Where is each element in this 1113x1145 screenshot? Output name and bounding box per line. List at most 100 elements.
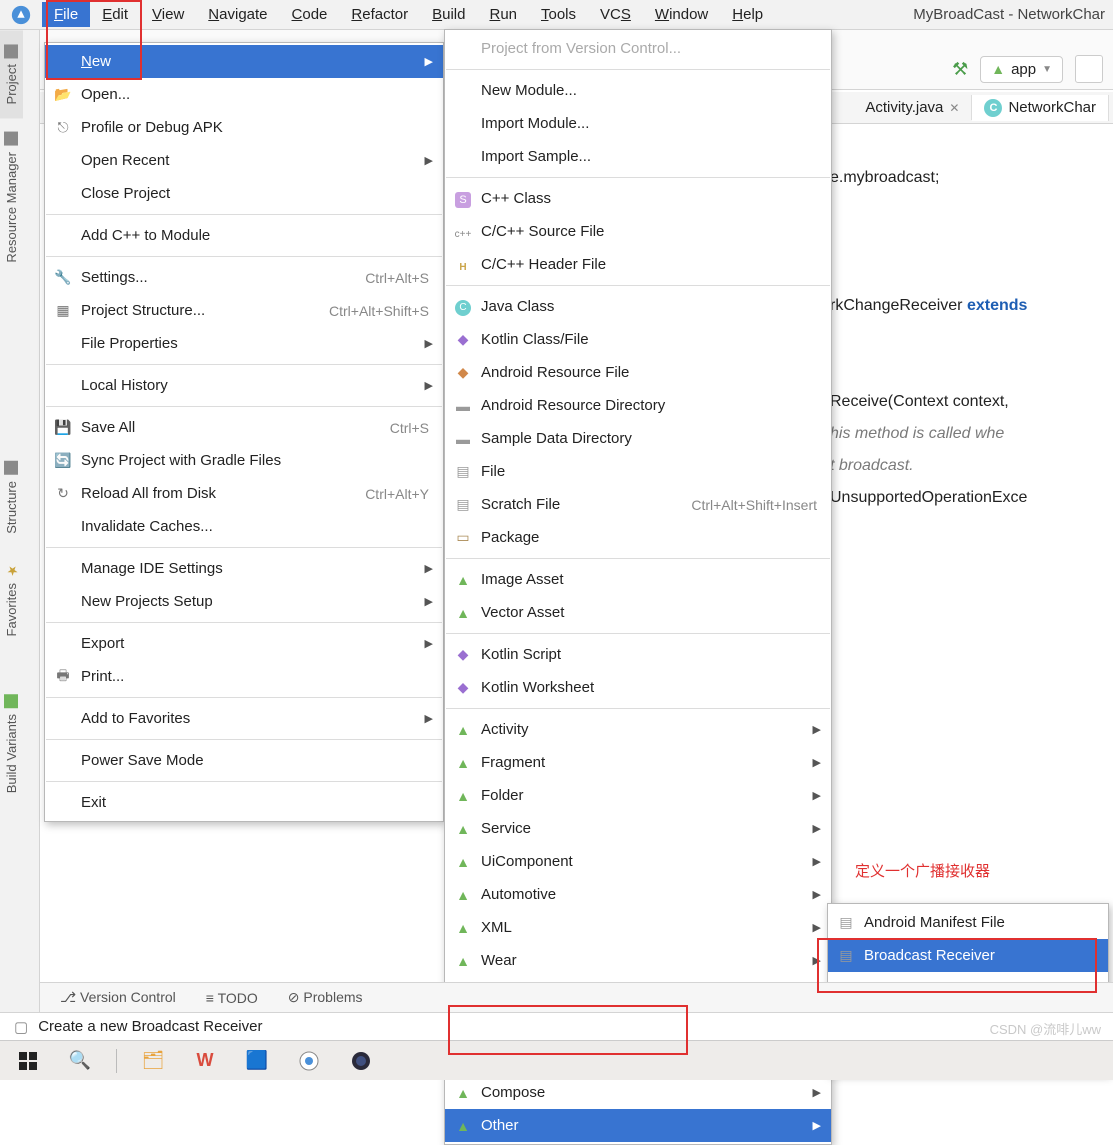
file-menu-item-21[interactable]: Export▶ <box>45 627 443 660</box>
new-menu-item-14[interactable]: ▬Sample Data Directory <box>445 422 831 455</box>
file-menu-item-2[interactable]: Open Recent▶ <box>45 144 443 177</box>
file-menu-item-0[interactable]: 📂Open... <box>45 78 443 111</box>
new-menu-item-2[interactable]: New Module... <box>445 74 831 107</box>
side-tab-project[interactable]: Project <box>0 30 23 118</box>
new-menu-item-6[interactable]: SC++ Class <box>445 182 831 215</box>
new-menu-item-22[interactable]: ◆Kotlin Script <box>445 638 831 671</box>
file-menu-item-15[interactable]: ↻Reload All from DiskCtrl+Alt+Y <box>45 477 443 510</box>
bottom-tool-tabs: ⎇ Version Control ≡ TODO ⊘ Problems <box>40 982 1113 1012</box>
new-menu-item-11[interactable]: ◆Kotlin Class/File <box>445 323 831 356</box>
variant-icon <box>5 694 19 708</box>
new-menu-item-0: Project from Version Control... <box>445 32 831 65</box>
file-menu-item-5[interactable]: Add C++ to Module <box>45 219 443 252</box>
new-menu-item-4[interactable]: Import Sample... <box>445 140 831 173</box>
start-button[interactable] <box>12 1045 44 1077</box>
file-menu-item-22[interactable]: 🖶Print... <box>45 660 443 693</box>
wps-icon[interactable]: W <box>189 1045 221 1077</box>
file-menu-item-8[interactable]: ▦Project Structure...Ctrl+Alt+Shift+S <box>45 294 443 327</box>
folder-icon <box>5 44 19 58</box>
new-menu-item-12[interactable]: ◆Android Resource File <box>445 356 831 389</box>
new-menu-item-29[interactable]: ▲UiComponent▶ <box>445 845 831 878</box>
run-config-area: ⚒ ▲ app ▼ <box>952 55 1103 83</box>
file-menu-item-24[interactable]: Add to Favorites▶ <box>45 702 443 735</box>
file-menu-item-18[interactable]: Manage IDE Settings▶ <box>45 552 443 585</box>
tab-activity[interactable]: Activity.java ✕ <box>853 95 972 120</box>
device-selector[interactable] <box>1075 55 1103 83</box>
new-menu-item-19[interactable]: ▲Image Asset <box>445 563 831 596</box>
watermark: CSDN @流啡儿ww <box>990 1019 1101 1038</box>
new-menu-item-3[interactable]: Import Module... <box>445 107 831 140</box>
new-menu-item-30[interactable]: ▲Automotive▶ <box>445 878 831 911</box>
status-text: Create a new Broadcast Receiver <box>38 1018 262 1035</box>
menu-tools[interactable]: Tools <box>529 2 588 27</box>
new-menu-item-8[interactable]: HC/C++ Header File <box>445 248 831 281</box>
ide-icon[interactable]: 🟦 <box>241 1045 273 1077</box>
new-menu-item-25[interactable]: ▲Activity▶ <box>445 713 831 746</box>
new-menu-item-28[interactable]: ▲Service▶ <box>445 812 831 845</box>
tab-networkchangereceiver[interactable]: C NetworkChar <box>972 95 1109 121</box>
explorer-icon[interactable]: 🗂 <box>137 1045 169 1077</box>
build-icon[interactable]: ⚒ <box>952 59 968 80</box>
menu-help[interactable]: Help <box>720 2 775 27</box>
nox-icon[interactable] <box>345 1045 377 1077</box>
tab-label: NetworkChar <box>1008 99 1096 116</box>
file-menu-item-1[interactable]: ⎋Profile or Debug APK <box>45 111 443 144</box>
tool-version-control[interactable]: ⎇ Version Control <box>60 989 176 1006</box>
menu-run[interactable]: Run <box>477 2 529 27</box>
class-icon: C <box>984 99 1002 117</box>
status-bar: ▢ Create a new Broadcast Receiver <box>0 1012 1113 1040</box>
android-studio-logo-icon <box>10 4 32 26</box>
other-menu-item-0[interactable]: ▤Android Manifest File <box>828 906 1108 939</box>
menu-navigate[interactable]: Navigate <box>196 2 279 27</box>
file-menu-item-26[interactable]: Power Save Mode <box>45 744 443 777</box>
tool-problems[interactable]: ⊘ Problems <box>288 989 363 1006</box>
new-menu-item-10[interactable]: CJava Class <box>445 290 831 323</box>
left-tool-strip: Project Resource Manager Structure Favor… <box>0 30 40 1040</box>
new-menu-item-17[interactable]: ▭Package <box>445 521 831 554</box>
chevron-down-icon: ▼ <box>1042 64 1052 75</box>
menu-window[interactable]: Window <box>643 2 720 27</box>
menu-build[interactable]: Build <box>420 2 477 27</box>
new-menu-item-23[interactable]: ◆Kotlin Worksheet <box>445 671 831 704</box>
side-tab-build-variants[interactable]: Build Variants <box>0 680 23 807</box>
new-menu-item-27[interactable]: ▲Folder▶ <box>445 779 831 812</box>
new-menu-item-31[interactable]: ▲XML▶ <box>445 911 831 944</box>
side-tab-resource-manager[interactable]: Resource Manager <box>0 118 23 277</box>
run-config-selector[interactable]: ▲ app ▼ <box>980 56 1063 83</box>
file-menu-item-11[interactable]: Local History▶ <box>45 369 443 402</box>
file-menu-item-7[interactable]: 🔧Settings...Ctrl+Alt+S <box>45 261 443 294</box>
new-menu-item-20[interactable]: ▲Vector Asset <box>445 596 831 629</box>
new-menu-item-36[interactable]: ▲Compose▶ <box>445 1076 831 1109</box>
file-menu-item-28[interactable]: Exit <box>45 786 443 819</box>
menu-refactor[interactable]: Refactor <box>339 2 420 27</box>
file-menu-item-16[interactable]: Invalidate Caches... <box>45 510 443 543</box>
side-tab-favorites[interactable]: Favorites★ <box>0 548 23 650</box>
new-menu-item-26[interactable]: ▲Fragment▶ <box>445 746 831 779</box>
new-menu-item-13[interactable]: ▬Android Resource Directory <box>445 389 831 422</box>
new-submenu: Project from Version Control... New Modul… <box>444 29 832 1145</box>
menu-new[interactable]: New▶ <box>45 45 443 78</box>
tool-todo[interactable]: ≡ TODO <box>206 990 258 1006</box>
side-tab-structure[interactable]: Structure <box>0 447 23 548</box>
menu-file[interactable]: File <box>42 2 90 27</box>
new-menu-item-16[interactable]: ▤Scratch FileCtrl+Alt+Shift+Insert <box>445 488 831 521</box>
file-menu-item-3[interactable]: Close Project <box>45 177 443 210</box>
new-menu-item-15[interactable]: ▤File <box>445 455 831 488</box>
editor-content[interactable]: e.mybroadcast; rkChangeReceiver extends … <box>830 130 1113 514</box>
menu-code[interactable]: Code <box>280 2 340 27</box>
status-icon: ▢ <box>14 1018 28 1036</box>
chrome-icon[interactable] <box>293 1045 325 1077</box>
close-icon[interactable]: ✕ <box>949 101 959 115</box>
search-icon[interactable]: 🔍 <box>64 1045 96 1077</box>
file-menu-item-9[interactable]: File Properties▶ <box>45 327 443 360</box>
new-menu-other[interactable]: ▲Other▶ <box>445 1109 831 1142</box>
new-menu-item-7[interactable]: c++C/C++ Source File <box>445 215 831 248</box>
new-menu-item-32[interactable]: ▲Wear▶ <box>445 944 831 977</box>
file-menu-item-13[interactable]: 💾Save AllCtrl+S <box>45 411 443 444</box>
menu-edit[interactable]: Edit <box>90 2 140 27</box>
other-menu-broadcast-receiver[interactable]: ▤Broadcast Receiver <box>828 939 1108 972</box>
file-menu-item-19[interactable]: New Projects Setup▶ <box>45 585 443 618</box>
menu-vcs[interactable]: VCS <box>588 2 643 27</box>
menu-view[interactable]: View <box>140 2 196 27</box>
file-menu-item-14[interactable]: 🔄Sync Project with Gradle Files <box>45 444 443 477</box>
